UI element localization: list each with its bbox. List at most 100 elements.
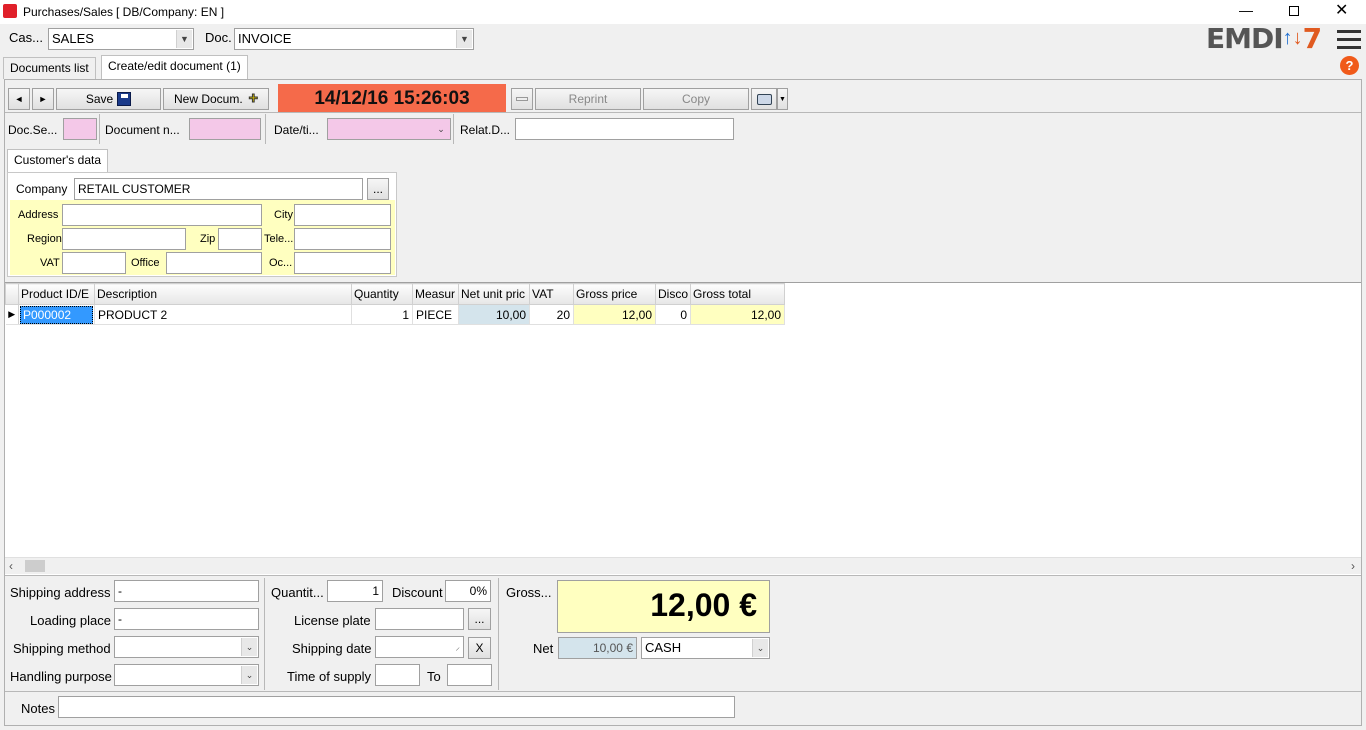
handling-purpose-select[interactable]: ⌄ (114, 664, 259, 686)
next-button[interactable]: ► (32, 88, 54, 110)
save-label: Save (85, 92, 114, 106)
notes-divider (5, 691, 1361, 692)
chevron-down-icon[interactable]: ▼ (456, 30, 472, 48)
chevron-down-icon[interactable]: ▼ (176, 30, 192, 48)
city-field[interactable] (294, 204, 391, 226)
time-of-supply-to-field[interactable] (447, 664, 492, 686)
company-browse-button[interactable]: ... (367, 178, 389, 200)
shipping-date-clear-button[interactable]: X (468, 637, 491, 659)
chevron-down-icon[interactable]: ⌄ (433, 120, 449, 138)
doc-number-field[interactable] (189, 118, 261, 140)
print-dropdown-button[interactable]: ▼ (777, 88, 788, 110)
discount-field[interactable]: 0% (445, 580, 491, 602)
license-plate-label: License plate (294, 613, 371, 628)
scrollbar-thumb[interactable] (25, 560, 45, 572)
help-icon[interactable]: ? (1340, 56, 1359, 75)
tab-documents-list[interactable]: Documents list (3, 57, 96, 79)
tab-create-edit-document[interactable]: Create/edit document (1) (101, 55, 248, 79)
telephone-field[interactable] (294, 228, 391, 250)
calendar-dropdown-icon[interactable]: ⸝ (455, 637, 460, 657)
restore-icon[interactable] (1289, 6, 1299, 16)
column-header-product-id[interactable]: Product ID/E (18, 283, 95, 305)
scroll-left-icon[interactable]: ‹ (9, 559, 13, 573)
print-button[interactable] (751, 88, 777, 110)
zip-label: Zip (200, 233, 216, 245)
cell-quantity[interactable]: 1 (351, 304, 413, 325)
license-plate-browse-button[interactable]: ... (468, 608, 491, 630)
office-label: Office (131, 257, 160, 269)
cell-gross-total[interactable]: 12,00 (690, 304, 785, 325)
company-field[interactable]: RETAIL CUSTOMER (74, 178, 363, 200)
scroll-right-icon[interactable]: › (1351, 559, 1355, 573)
cash-label: Cas... (9, 30, 43, 45)
quantity-field[interactable]: 1 (327, 580, 383, 602)
new-document-button[interactable]: New Docum. + (163, 88, 269, 110)
address-field[interactable] (62, 204, 262, 226)
shipping-method-select[interactable]: ⌄ (114, 636, 259, 658)
column-header-gross-price[interactable]: Gross price (573, 283, 656, 305)
license-plate-field[interactable] (375, 608, 464, 630)
cell-description[interactable]: PRODUCT 2 (94, 304, 352, 325)
chevron-down-icon[interactable]: ⌄ (752, 639, 768, 657)
shipping-date-field[interactable]: ⸝ (375, 636, 464, 658)
save-button[interactable]: Save (56, 88, 161, 110)
horizontal-scrollbar[interactable]: ‹ › (5, 557, 1361, 574)
minus-button[interactable] (511, 88, 533, 110)
tab-customer-data[interactable]: Customer's data (7, 149, 108, 173)
time-of-supply-from-field[interactable] (375, 664, 420, 686)
grid-header-row: Product ID/E Description Quantity Measur… (5, 283, 785, 305)
cell-product-id[interactable]: P000002 (18, 304, 95, 325)
items-grid[interactable] (5, 282, 1361, 575)
company-value: RETAIL CUSTOMER (78, 182, 191, 196)
zip-field[interactable] (218, 228, 262, 250)
address-label: Address (18, 209, 59, 221)
prev-button[interactable]: ◄ (8, 88, 30, 110)
product-id-value: P000002 (20, 305, 93, 324)
doc-datetime-field[interactable]: ⌄ (327, 118, 451, 140)
cell-discount[interactable]: 0 (655, 304, 691, 325)
minus-icon (516, 97, 528, 101)
payment-method-select[interactable]: CASH ⌄ (641, 637, 770, 659)
doc-datetime-label: Date/ti... (274, 123, 319, 137)
region-field[interactable] (62, 228, 186, 250)
office-field[interactable] (166, 252, 262, 274)
column-header-measure[interactable]: Measur (412, 283, 459, 305)
cash-select[interactable]: SALES ▼ (48, 28, 194, 50)
notes-label: Notes (21, 701, 55, 716)
notes-field[interactable] (58, 696, 735, 718)
column-header-discount[interactable]: Disco (655, 283, 691, 305)
new-document-label: New Docum. (173, 92, 243, 106)
cell-measure[interactable]: PIECE (412, 304, 459, 325)
region-label: Region (27, 233, 62, 245)
doc-series-field[interactable] (63, 118, 97, 140)
logo: EMDI ↑↓ 7 (1206, 22, 1322, 55)
cell-gross-price[interactable]: 12,00 (573, 304, 656, 325)
column-header-vat[interactable]: VAT (529, 283, 574, 305)
shipping-address-value: - (118, 584, 122, 598)
divider (453, 114, 454, 144)
close-icon[interactable]: ✕ (1335, 0, 1348, 20)
column-header-gross-total[interactable]: Gross total (690, 283, 785, 305)
cell-net-unit-price[interactable]: 10,00 (458, 304, 530, 325)
cell-vat[interactable]: 20 (529, 304, 574, 325)
vat-field[interactable] (62, 252, 126, 274)
time-of-supply-label: Time of supply (287, 669, 372, 684)
copy-button[interactable]: Copy (643, 88, 749, 110)
shipping-address-field[interactable]: - (114, 580, 259, 602)
city-label: City (274, 209, 293, 221)
menu-icon[interactable] (1337, 30, 1361, 50)
column-header-description[interactable]: Description (94, 283, 352, 305)
chevron-down-icon[interactable]: ⌄ (241, 666, 257, 684)
minimize-icon[interactable]: — (1239, 2, 1253, 18)
occupation-field[interactable] (294, 252, 391, 274)
reprint-button[interactable]: Reprint (535, 88, 641, 110)
column-header-quantity[interactable]: Quantity (351, 283, 413, 305)
app-icon (3, 4, 17, 18)
doc-type-select[interactable]: INVOICE ▼ (234, 28, 474, 50)
table-row[interactable]: ▶ P000002 PRODUCT 2 1 PIECE 10,00 20 12,… (5, 304, 785, 325)
loading-place-field[interactable]: - (114, 608, 259, 630)
cash-value: SALES (52, 31, 94, 46)
related-doc-field[interactable] (515, 118, 734, 140)
chevron-down-icon[interactable]: ⌄ (241, 638, 257, 656)
column-header-net-unit-price[interactable]: Net unit pric (458, 283, 530, 305)
